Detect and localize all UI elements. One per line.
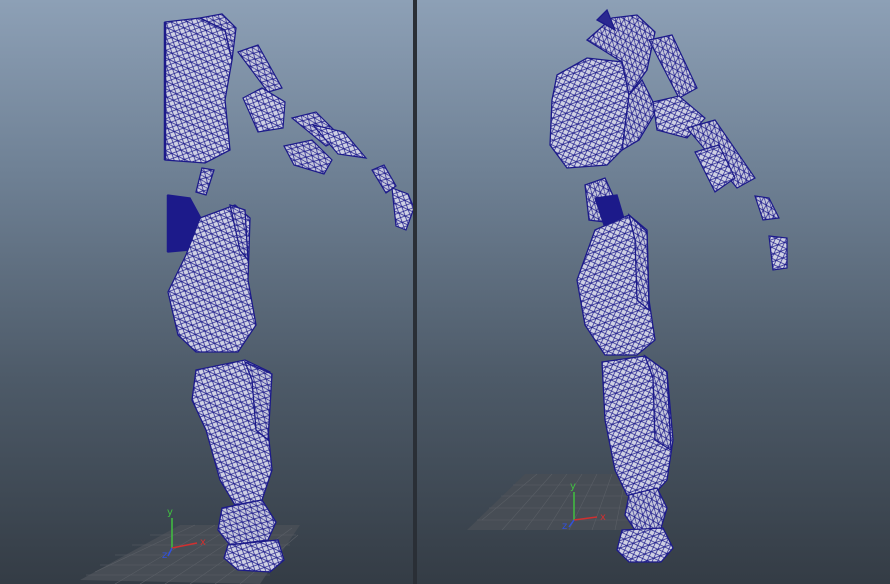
viewport-right[interactable]: y x z bbox=[417, 0, 890, 584]
mesh-arm-left bbox=[237, 44, 413, 231]
mesh-thigh bbox=[576, 213, 656, 356]
mesh-arm-right bbox=[648, 34, 788, 271]
viewport-right-canvas[interactable]: y x z bbox=[417, 0, 890, 584]
viewport-left-canvas[interactable]: y x z bbox=[0, 0, 413, 584]
axis-y-label: y bbox=[167, 507, 173, 518]
mesh-torso bbox=[549, 8, 658, 169]
axis-z-label: z bbox=[162, 550, 167, 561]
mesh-shin bbox=[191, 359, 273, 506]
maya-workspace: y x z y x z bbox=[0, 0, 890, 584]
mesh-torso-upper bbox=[163, 13, 237, 164]
axis-y-label: y bbox=[570, 481, 576, 492]
axis-z-label: z bbox=[562, 521, 567, 532]
ground-grid bbox=[467, 473, 635, 531]
viewport-left[interactable]: y x z bbox=[0, 0, 413, 584]
axis-x-label: x bbox=[200, 537, 206, 548]
axis-x-label: x bbox=[600, 512, 606, 523]
